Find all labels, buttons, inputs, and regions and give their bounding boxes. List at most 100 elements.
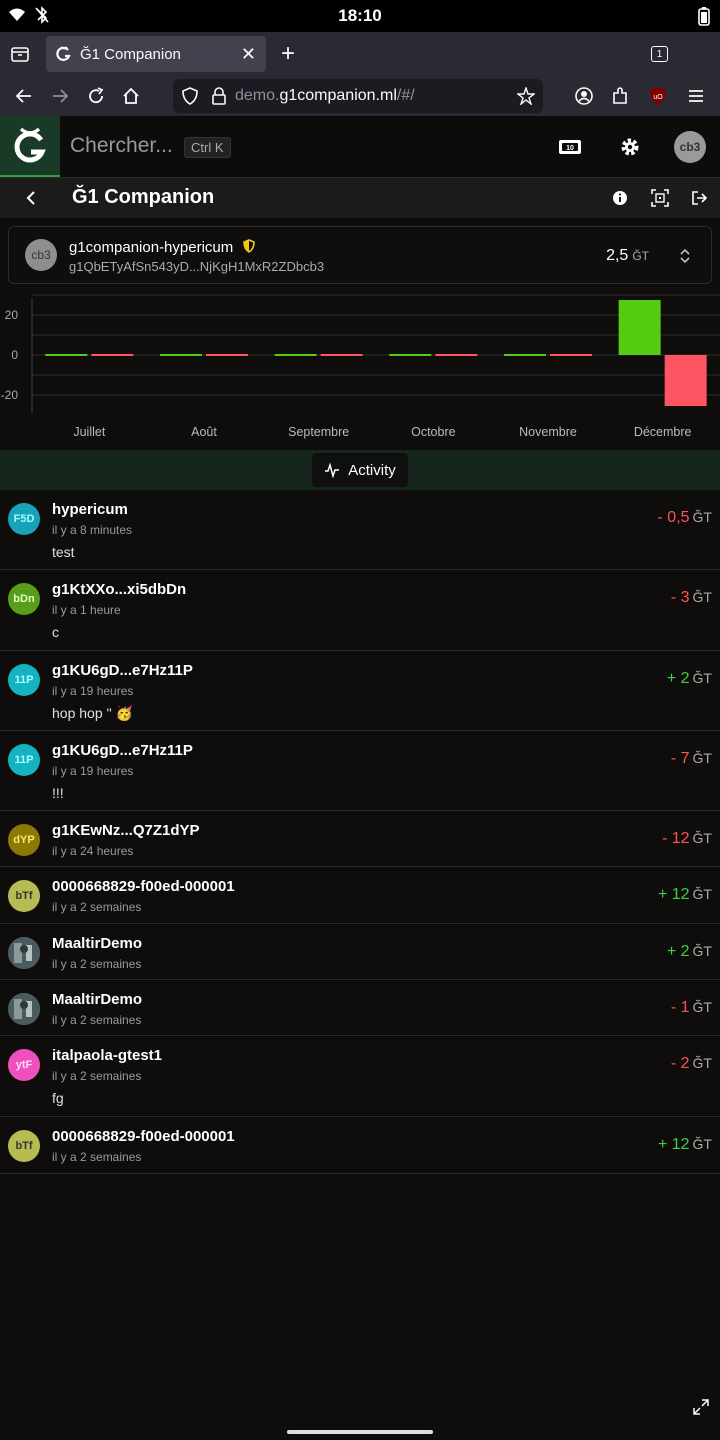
- home-icon[interactable]: [119, 84, 143, 108]
- browser-nav-bar: demo.g1companion.ml/#/ uO: [0, 76, 720, 116]
- info-icon[interactable]: [612, 190, 628, 206]
- shield-icon[interactable]: [181, 87, 199, 105]
- chart-bar: [504, 354, 546, 356]
- transaction-counterparty: MaaltirDemo: [52, 935, 143, 952]
- chart-x-tick-label: Novembre: [519, 425, 577, 439]
- transaction-counterparty: italpaola-gtest1: [52, 1047, 163, 1064]
- bookmark-star-icon[interactable]: [517, 87, 535, 105]
- transaction-row[interactable]: bDn g1KtXXo...xi5dbDn il y a 1 heure c - 3 ĞT: [0, 570, 720, 651]
- browser-tab-active[interactable]: Ğ1 Companion ✕: [46, 36, 266, 72]
- transaction-time: il y a 2 semaines: [52, 1069, 142, 1083]
- chart-x-tick-label: Septembre: [288, 425, 349, 439]
- transaction-time: il y a 1 heure: [52, 603, 121, 617]
- transaction-row[interactable]: F5D hypericum il y a 8 minutes test - 0,5 ĞT: [0, 490, 720, 570]
- transaction-amount-value: + 12: [657, 1136, 690, 1153]
- transaction-comment: !!!: [52, 785, 64, 801]
- site-favicon-icon: [56, 46, 71, 61]
- transaction-amount: + 12 ĞT: [658, 886, 712, 904]
- transaction-amount: - 2 ĞT: [671, 1055, 712, 1073]
- qr-scan-icon[interactable]: [651, 189, 669, 207]
- back-arrow-icon[interactable]: [12, 84, 36, 108]
- ublock-icon[interactable]: uO: [646, 84, 670, 108]
- transaction-time: il y a 8 minutes: [52, 523, 133, 537]
- activity-label: Activity: [348, 461, 396, 479]
- transaction-row[interactable]: bTf 0000668829-f00ed-000001 il y a 2 semai…: [0, 1117, 720, 1174]
- transaction-row[interactable]: MaaltirDemo il y a 2 semaines + 2 ĞT: [0, 924, 720, 980]
- transaction-currency: ĞT: [692, 999, 712, 1015]
- transaction-currency: ĞT: [692, 886, 712, 902]
- expand-selector-icon[interactable]: [679, 248, 691, 264]
- tab-overview-icon[interactable]: [10, 44, 30, 64]
- transaction-time: il y a 2 semaines: [52, 957, 142, 971]
- transaction-row[interactable]: 11P g1KU6gD...e7Hz11P il y a 19 heures!!! -…: [0, 731, 720, 811]
- photo-avatar-icon: [8, 937, 40, 969]
- chart-bar: [550, 354, 592, 356]
- activity-button[interactable]: Activity: [312, 453, 408, 487]
- chart-bar: [320, 354, 363, 356]
- transaction-row[interactable]: bTf 0000668829-f00ed-000001 il y a 2 semai…: [0, 867, 720, 924]
- transaction-time: il y a 19 heures: [52, 764, 134, 778]
- transaction-counterparty: g1KU6gD...e7Hz11P: [52, 662, 193, 679]
- g1-logo-icon: [14, 127, 46, 162]
- chart-bar: [435, 354, 478, 356]
- user-avatar[interactable]: cb3: [674, 131, 706, 163]
- transaction-amount-value: - 12: [661, 830, 690, 847]
- transaction-amount-value: + 2: [666, 670, 690, 687]
- search-input[interactable]: Chercher...: [70, 134, 173, 158]
- page-header: Ğ1 Companion: [0, 178, 720, 218]
- tab-count-button[interactable]: 1: [651, 46, 668, 62]
- activity-pulse-icon: [325, 462, 340, 478]
- forward-arrow-icon[interactable]: [48, 84, 72, 108]
- transaction-time: il y a 19 heures: [52, 684, 134, 698]
- back-chevron-icon[interactable]: [24, 190, 38, 206]
- transaction-amount: + 12 ĞT: [658, 1136, 712, 1154]
- new-tab-button[interactable]: +: [281, 40, 295, 68]
- app-logo[interactable]: [0, 116, 60, 177]
- chart-x-tick-label: Décembre: [634, 425, 692, 439]
- transaction-counterparty: g1KtXXo...xi5dbDn: [52, 581, 187, 598]
- settings-gear-icon[interactable]: [620, 137, 640, 157]
- lock-icon[interactable]: [211, 87, 227, 105]
- chart-bar: [274, 354, 317, 356]
- transaction-time: il y a 2 semaines: [52, 900, 142, 914]
- url-text: demo.g1companion.ml/#/: [235, 87, 415, 104]
- transaction-currency: ĞT: [692, 943, 712, 959]
- transaction-row[interactable]: 11P g1KU6gD...e7Hz11P il y a 19 heures hop …: [0, 651, 720, 731]
- transaction-amount-value: - 1: [670, 999, 690, 1016]
- wallet-selector[interactable]: cb3 g1companion-hypericum g1QbETyAfSn543…: [8, 226, 712, 284]
- transaction-amount-value: - 0,5: [657, 509, 690, 526]
- transaction-row[interactable]: MaaltirDemo il y a 2 semaines - 1 ĞT: [0, 980, 720, 1036]
- bluetooth-off-icon: [35, 6, 49, 24]
- monthly-chart-svg: 20 0 -20 Juillet Août Septembre Octobre Novembr…: [1, 294, 720, 439]
- fullscreen-icon[interactable]: [692, 1398, 710, 1416]
- transaction-amount-value: + 2: [666, 943, 690, 960]
- wallet-avatar: cb3: [25, 239, 57, 271]
- transaction-list: F5D hypericum il y a 8 minutes test - 0,5 ĞT b…: [0, 490, 720, 1174]
- extensions-icon[interactable]: [608, 84, 632, 108]
- reload-icon[interactable]: [84, 84, 108, 108]
- transaction-row[interactable]: dYP g1KEwNz...Q7Z1dYP il y a 24 heures - 12…: [0, 811, 720, 867]
- monthly-chart: 20 0 -20 Juillet Août Septembre Octobre Novembr…: [0, 292, 720, 448]
- search-shortcut: Ctrl K: [184, 137, 231, 158]
- hamburger-menu-icon[interactable]: [684, 84, 708, 108]
- tab-title: Ğ1 Companion: [80, 45, 181, 63]
- verified-shield-icon: [243, 239, 256, 253]
- page-title: Ğ1 Companion: [72, 186, 215, 208]
- tab-count: 1: [656, 48, 663, 60]
- system-status-bar: 18:10: [0, 0, 720, 32]
- chart-bar: [618, 300, 661, 355]
- transaction-currency: ĞT: [692, 509, 712, 525]
- transaction-time: il y a 24 heures: [52, 844, 134, 858]
- app-header: Chercher... Ctrl K 10 cb3: [0, 116, 720, 178]
- tab-close-icon[interactable]: ✕: [241, 44, 256, 65]
- banknote-icon[interactable]: 10: [558, 138, 582, 156]
- url-bar[interactable]: demo.g1companion.ml/#/: [173, 79, 543, 113]
- wallet-balance: 2,5 ĞT: [606, 247, 649, 264]
- chart-bar: [160, 354, 202, 356]
- account-icon[interactable]: [572, 84, 596, 108]
- chart-bar: [664, 355, 707, 406]
- logout-icon[interactable]: [691, 190, 707, 206]
- transaction-time: il y a 2 semaines: [52, 1013, 142, 1027]
- transaction-row[interactable]: ytF italpaola-gtest1 il y a 2 semaines fg - …: [0, 1036, 720, 1117]
- transaction-currency: ĞT: [692, 589, 712, 605]
